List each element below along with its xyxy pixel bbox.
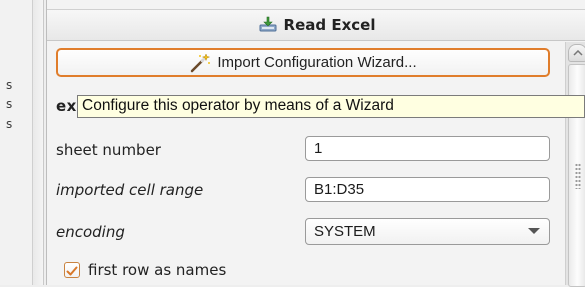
imported-cell-range-input[interactable]: B1:D35 <box>305 177 550 202</box>
left-panel-text-fragment: s <box>6 78 13 92</box>
first-row-as-names-checkbox[interactable] <box>64 262 80 278</box>
wizard-tooltip: Configure this operator by means of a Wi… <box>77 95 585 118</box>
left-panel-text-fragment: s <box>6 97 13 111</box>
chevron-down-icon <box>528 228 540 234</box>
operator-title-bar: Read Excel <box>47 9 585 41</box>
encoding-select[interactable]: SYSTEM <box>305 218 550 245</box>
first-row-as-names-label: first row as names <box>88 261 227 279</box>
parameters-panel: Read Excel Import Configuration Wizard..… <box>46 0 585 287</box>
checkmark-icon <box>66 266 78 276</box>
left-panel-text-fragment: s <box>6 117 13 131</box>
chevron-up-icon <box>572 50 583 56</box>
magic-wand-icon <box>189 52 211 73</box>
encoding-selected-value: SYSTEM <box>314 223 376 240</box>
excel-file-label: ex <box>56 97 77 115</box>
left-panel-partial: s s s <box>0 0 33 285</box>
operator-title: Read Excel <box>283 16 376 34</box>
encoding-label: encoding <box>56 223 125 241</box>
sheet-number-input[interactable]: 1 <box>305 136 550 161</box>
grip-dots-icon <box>575 163 581 189</box>
wizard-button-label: Import Configuration Wizard... <box>217 54 417 71</box>
import-configuration-wizard-button[interactable]: Import Configuration Wizard... <box>56 48 550 77</box>
read-excel-operator-icon <box>258 16 278 34</box>
imported-cell-range-label: imported cell range <box>56 181 204 199</box>
panel-splitter[interactable] <box>33 0 44 285</box>
sheet-number-label: sheet number <box>56 141 161 159</box>
scroll-up-button[interactable] <box>568 44 585 62</box>
vertical-scrollbar[interactable] <box>565 42 585 287</box>
